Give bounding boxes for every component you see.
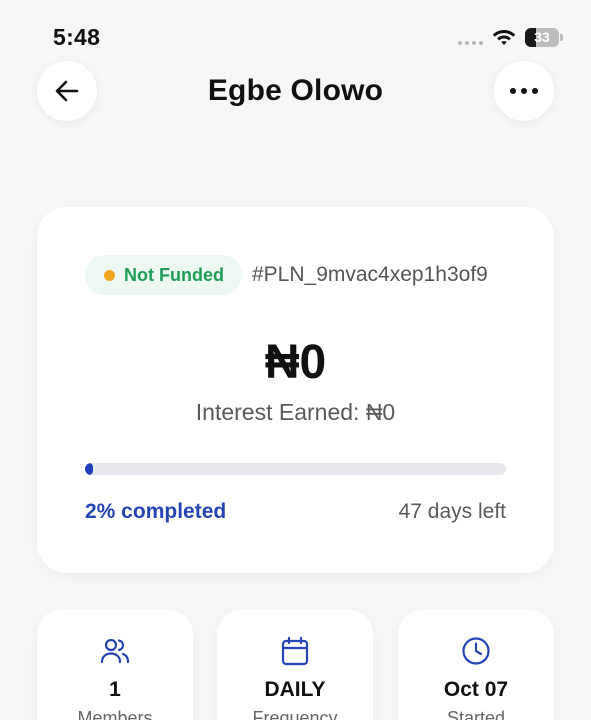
wifi-icon bbox=[492, 30, 516, 45]
frequency-label: Frequency bbox=[252, 708, 338, 720]
clock-icon bbox=[462, 637, 490, 665]
progress-bar-fill bbox=[85, 463, 94, 475]
completed-percentage: 2% completed bbox=[85, 500, 227, 523]
progress-bar bbox=[85, 463, 506, 475]
status-bar: 5:48 33 bbox=[0, 0, 591, 60]
battery-icon: 33 bbox=[525, 28, 563, 47]
start-date-label: Started bbox=[446, 708, 506, 720]
plan-balance: ₦0 bbox=[264, 336, 327, 389]
start-date-value: Oct 07 bbox=[443, 678, 509, 701]
more-options-button[interactable] bbox=[494, 61, 554, 121]
cellular-signal-icon bbox=[458, 41, 483, 45]
interest-value: ₦0 bbox=[365, 399, 396, 425]
plan-id: #PLN_9mvac4xep1h3of9 bbox=[252, 263, 488, 286]
calendar-icon bbox=[281, 636, 309, 666]
status-dot-icon bbox=[104, 269, 115, 281]
status-badge-label: Not Funded bbox=[124, 264, 224, 285]
start-date-card[interactable]: Oct 07 Started bbox=[398, 610, 554, 720]
status-time: 5:48 bbox=[53, 24, 101, 50]
users-icon bbox=[100, 638, 130, 664]
status-badge: Not Funded bbox=[85, 255, 242, 295]
more-horizontal-icon bbox=[510, 88, 538, 94]
plan-summary-card: Not Funded #PLN_9mvac4xep1h3of9 ₦0 Inter… bbox=[37, 207, 554, 573]
members-value: 1 bbox=[109, 678, 121, 701]
frequency-card[interactable]: DAILY Frequency bbox=[217, 610, 373, 720]
interest-earned: Interest Earned: ₦0 bbox=[37, 399, 554, 426]
interest-label: Interest Earned: bbox=[195, 399, 360, 425]
members-card[interactable]: 1 Members bbox=[37, 610, 193, 720]
frequency-value: DAILY bbox=[264, 678, 326, 701]
plan-details-screen: 5:48 33 Egbe Olowo Not Funded #PLN_9mvac… bbox=[0, 0, 591, 720]
days-left: 47 days left bbox=[398, 500, 506, 523]
battery-level: 33 bbox=[534, 29, 550, 45]
members-label: Members bbox=[77, 708, 153, 720]
